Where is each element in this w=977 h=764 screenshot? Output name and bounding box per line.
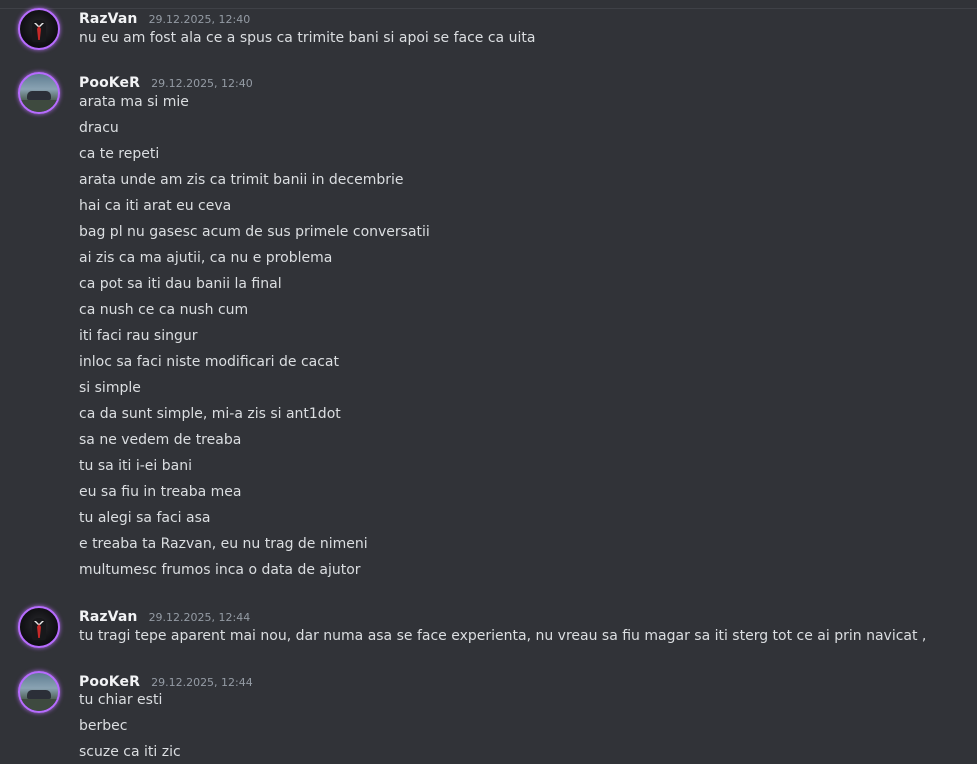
- message-line: sa ne vedem de treaba: [79, 432, 242, 448]
- message-line: ai zis ca ma ajutii, ca nu e problema: [79, 250, 333, 266]
- message-line: nu eu am fost ala ce a spus ca trimite b…: [79, 30, 536, 46]
- message-line: berbec: [79, 718, 128, 734]
- message-line: arata ma si mie: [79, 94, 189, 110]
- ground-shape: [20, 699, 58, 711]
- message-line: iti faci rau singur: [79, 328, 198, 344]
- timestamp[interactable]: 29.12.2025, 12:40: [149, 13, 251, 26]
- message-line: hai ca iti arat eu ceva: [79, 198, 232, 214]
- razvan-avatar[interactable]: [18, 606, 60, 648]
- message-header: PooKeR 29.12.2025, 12:44: [79, 671, 253, 690]
- message-line: arata unde am zis ca trimit banii in dec…: [79, 172, 404, 188]
- message-line: tu alegi sa faci asa: [79, 510, 211, 526]
- message-line: inloc sa faci niste modificari de cacat: [79, 354, 340, 370]
- message-line: ca nush ce ca nush cum: [79, 302, 249, 318]
- pooker-avatar[interactable]: [18, 671, 60, 713]
- chat-message-list: RazVan 29.12.2025, 12:40 nu eu am fost a…: [0, 0, 977, 764]
- car-shape: [27, 690, 51, 699]
- message-line: ca te repeti: [79, 146, 160, 162]
- username[interactable]: PooKeR: [79, 75, 140, 91]
- timestamp[interactable]: 29.12.2025, 12:44: [149, 611, 251, 624]
- razvan-avatar[interactable]: [18, 8, 60, 50]
- message-header: RazVan 29.12.2025, 12:40: [79, 8, 251, 27]
- message-line: si simple: [79, 380, 141, 396]
- username[interactable]: PooKeR: [79, 674, 140, 690]
- message-line: ca da sunt simple, mi-a zis si ant1dot: [79, 406, 341, 422]
- message-line: eu sa fiu in treaba mea: [79, 484, 242, 500]
- username[interactable]: RazVan: [79, 11, 137, 27]
- message-line: tu tragi tepe aparent mai nou, dar numa …: [79, 628, 927, 644]
- message-line: bag pl nu gasesc acum de sus primele con…: [79, 224, 430, 240]
- message-line: tu chiar esti: [79, 692, 163, 708]
- message-header: PooKeR 29.12.2025, 12:40: [79, 72, 253, 91]
- message-line: tu sa iti i-ei bani: [79, 458, 192, 474]
- message-header: RazVan 29.12.2025, 12:44: [79, 606, 251, 625]
- message-line: multumesc frumos inca o data de ajutor: [79, 562, 361, 578]
- timestamp[interactable]: 29.12.2025, 12:44: [151, 676, 253, 689]
- ground-shape: [20, 100, 58, 112]
- pooker-avatar[interactable]: [18, 72, 60, 114]
- username[interactable]: RazVan: [79, 609, 137, 625]
- message-line: scuze ca iti zic: [79, 744, 181, 760]
- message-line: ca pot sa iti dau banii la final: [79, 276, 282, 292]
- timestamp[interactable]: 29.12.2025, 12:40: [151, 77, 253, 90]
- message-line: dracu: [79, 120, 119, 136]
- car-shape: [27, 91, 51, 100]
- message-line: e treaba ta Razvan, eu nu trag de nimeni: [79, 536, 368, 552]
